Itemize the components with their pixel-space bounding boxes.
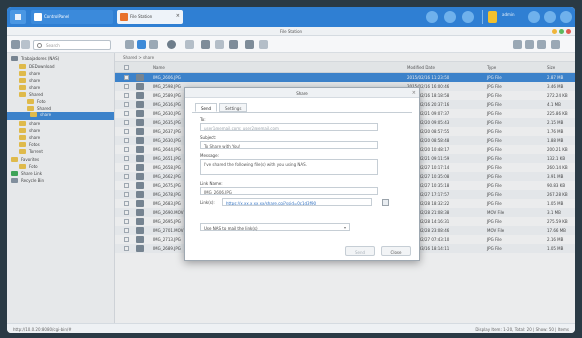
share-link[interactable]: https://x.xx.x.xx.xx/share.cgi?ssid=0c1d…: [222, 198, 372, 206]
lock-icon[interactable]: [488, 11, 497, 23]
tools-icon[interactable]: [245, 40, 254, 49]
main-menu-button[interactable]: [10, 10, 26, 24]
minimize-icon[interactable]: [552, 29, 557, 34]
storage-icon[interactable]: [11, 40, 20, 49]
link-name-field[interactable]: IMG_2606.JPG: [200, 187, 378, 195]
upload-icon[interactable]: [201, 40, 210, 49]
chevron-down-icon[interactable]: [259, 40, 268, 49]
taskbar: ControlPanel File Station × admin: [7, 7, 575, 27]
search-icon: [37, 43, 42, 48]
to-label: To:: [200, 117, 206, 122]
divider: [482, 10, 483, 24]
taskbar-app-label: ControlPanel: [44, 14, 70, 19]
notification-icon[interactable]: [426, 11, 438, 23]
details-view-icon[interactable]: [149, 40, 158, 49]
taskbar-tray: admin: [420, 7, 575, 27]
control-panel-icon: [34, 13, 42, 21]
more-actions-icon[interactable]: [215, 40, 224, 49]
to-field[interactable]: user1@email.com; user2@email.com: [200, 123, 378, 131]
chevron-down-icon: ▾: [343, 225, 346, 230]
tab-settings[interactable]: Settings: [219, 103, 248, 112]
refresh-icon[interactable]: [513, 40, 522, 49]
link-name-label: Link Name:: [200, 181, 223, 186]
file-station-icon: [120, 13, 128, 21]
filter-icon[interactable]: [525, 40, 534, 49]
share-dialog: Share × Send Settings To: user1@email.co…: [184, 87, 420, 261]
link-label: Link(s):: [200, 200, 215, 205]
close-button[interactable]: Close: [381, 246, 411, 256]
status-bar: http://10.0.20:8080/cgi-bin/# Display It…: [7, 323, 575, 333]
dialog-title: Share ×: [185, 88, 419, 98]
close-icon[interactable]: ×: [412, 90, 416, 96]
send-button[interactable]: Send: [345, 246, 375, 256]
search-icon[interactable]: [528, 11, 540, 23]
toolbar: Search: [7, 36, 575, 53]
copy-icon[interactable]: [382, 199, 389, 206]
send-method-select[interactable]: Use NAS to mail the link(s) ▾: [200, 223, 350, 231]
subject-label: Subject:: [200, 135, 217, 140]
play-icon[interactable]: [167, 40, 176, 49]
thumbnail-view-icon[interactable]: [137, 40, 146, 49]
window-titlebar: File Station: [7, 27, 575, 36]
taskbar-app-filestation[interactable]: File Station ×: [117, 10, 183, 24]
tab-send[interactable]: Send: [195, 103, 218, 112]
menu-icon: [15, 14, 21, 20]
message-field[interactable]: I've shared the following file(s) with y…: [200, 159, 378, 175]
close-icon[interactable]: [566, 29, 571, 34]
dashboard-icon[interactable]: [560, 11, 572, 23]
help-icon[interactable]: [551, 40, 560, 49]
close-icon[interactable]: ×: [176, 13, 180, 19]
search-input[interactable]: Search: [33, 40, 111, 50]
maximize-icon[interactable]: [559, 29, 564, 34]
taskbar-app-label: File Station: [130, 14, 153, 19]
event-icon[interactable]: [462, 11, 474, 23]
taskbar-app-controlpanel[interactable]: ControlPanel: [31, 10, 113, 24]
message-label: Message:: [200, 153, 219, 158]
share-icon[interactable]: [229, 40, 238, 49]
subject-field[interactable]: To Share with You!: [200, 141, 378, 149]
settings-icon[interactable]: [537, 40, 546, 49]
user-name[interactable]: admin: [502, 12, 515, 17]
pagination-info[interactable]: Display Item: 1-20, Total: 20 | Show: 50…: [475, 327, 569, 332]
chevron-down-icon[interactable]: [21, 40, 30, 49]
dialog-body: To: user1@email.com; user2@email.com Sub…: [192, 112, 412, 243]
list-view-icon[interactable]: [125, 40, 134, 49]
options-icon[interactable]: [544, 11, 556, 23]
window-title: File Station: [279, 29, 303, 34]
tasks-icon[interactable]: [444, 11, 456, 23]
status-url: http://10.0.20:8080/cgi-bin/#: [13, 327, 72, 332]
folder-icon[interactable]: [185, 40, 194, 49]
app-window: ControlPanel File Station × admin File S…: [7, 7, 575, 333]
search-placeholder: Search: [46, 43, 60, 48]
